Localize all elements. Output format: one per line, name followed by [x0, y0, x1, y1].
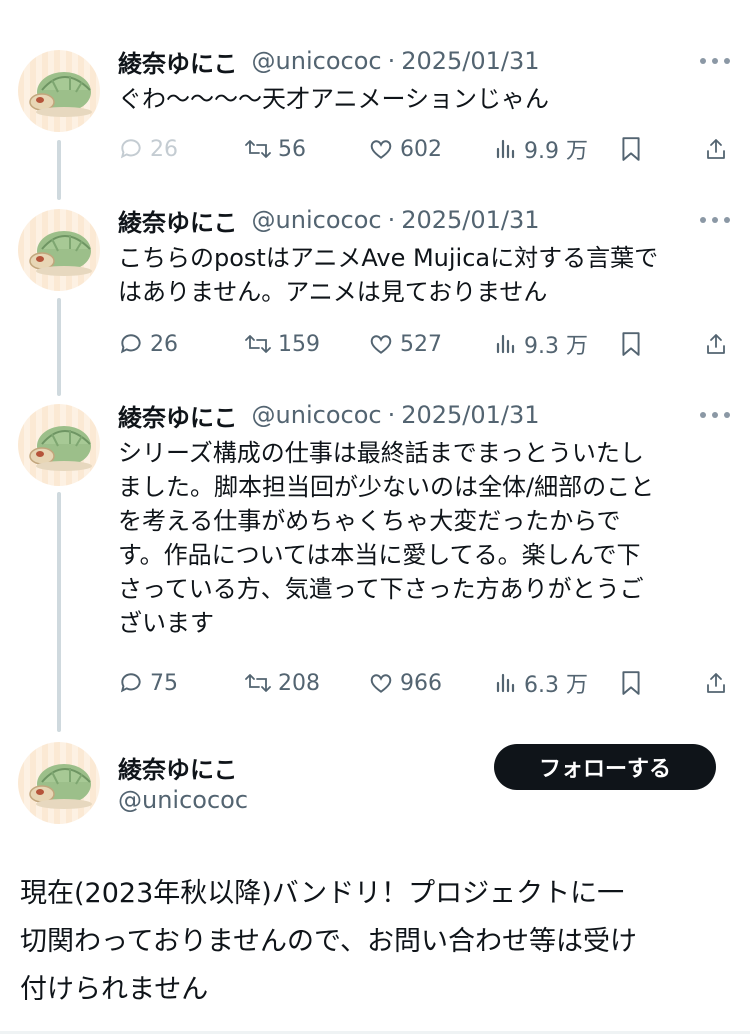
- views-icon: [496, 334, 515, 354]
- repost-icon: [245, 335, 271, 353]
- tweet-text: ぐわ〜〜〜〜天才アニメーションじゃん: [118, 82, 718, 116]
- repost-icon: [245, 140, 271, 158]
- separator: ·: [387, 401, 396, 429]
- bio-line: 切関わっておりませんので、お問い合わせ等は受け: [20, 926, 637, 957]
- bio-line: 付けられません: [20, 974, 209, 1005]
- bio-line: 現在(2023年秋以降)バンドリ！プロジェクトに一: [20, 878, 625, 909]
- tweet[interactable]: 綾奈ゆにこ @unicococ · 2025/01/31 ぐわ〜〜〜〜天才アニメ…: [0, 44, 750, 184]
- views-count: 9.3 万: [524, 334, 588, 359]
- bookmark-icon: [622, 671, 640, 695]
- tweet[interactable]: 綾奈ゆにこ @unicococ · 2025/01/31 シリーズ構成の仕事は最…: [0, 398, 750, 718]
- avatar[interactable]: [18, 209, 100, 291]
- profile-handle[interactable]: @unicococ: [118, 786, 248, 814]
- views-count: 6.3 万: [524, 673, 588, 698]
- tweet-header: 綾奈ゆにこ @unicococ · 2025/01/31: [118, 44, 540, 78]
- author-name[interactable]: 綾奈ゆにこ: [118, 44, 238, 79]
- reply-icon: [120, 673, 141, 693]
- repost-button[interactable]: 208: [244, 668, 320, 698]
- like-count: 966: [400, 670, 442, 696]
- tweet[interactable]: 綾奈ゆにこ @unicococ · 2025/01/31 こちらのpostはアニ…: [0, 203, 750, 393]
- repost-count: 159: [278, 331, 320, 357]
- share-icon: [707, 673, 725, 693]
- turtle-avatar-icon: [29, 231, 92, 276]
- tweet-text-line: ました。脚本担当回が少ないのは全体/細部のこと: [118, 473, 655, 501]
- tweet-text-line: さっている方、気遣って下さった方ありがとうご: [118, 575, 644, 603]
- tweet-text-line: ざいます: [118, 609, 214, 637]
- turtle-avatar-icon: [29, 764, 92, 809]
- tweet-text-line: す。作品については本当に愛してる。楽しんで下: [118, 541, 641, 569]
- separator: ·: [387, 47, 396, 75]
- avatar[interactable]: [18, 50, 100, 132]
- like-button[interactable]: 527: [368, 329, 442, 359]
- bookmark-icon: [622, 332, 640, 356]
- like-button[interactable]: 966: [368, 668, 442, 698]
- follow-button[interactable]: フォローする: [494, 744, 716, 790]
- tweet-date[interactable]: 2025/01/31: [401, 206, 539, 234]
- turtle-avatar-icon: [29, 426, 92, 471]
- bookmark-icon: [622, 137, 640, 161]
- author-handle[interactable]: @unicococ: [252, 47, 382, 75]
- more-icon[interactable]: [700, 56, 730, 66]
- heart-icon: [370, 674, 392, 693]
- bookmark-button[interactable]: [620, 668, 648, 698]
- reply-icon: [120, 334, 141, 354]
- author-name[interactable]: 綾奈ゆにこ: [118, 398, 238, 433]
- share-button[interactable]: [704, 134, 734, 164]
- reply-count: 26: [150, 331, 178, 357]
- views-button[interactable]: 9.3 万: [494, 329, 588, 359]
- author-name[interactable]: 綾奈ゆにこ: [118, 203, 238, 238]
- tweet-header: 綾奈ゆにこ @unicococ · 2025/01/31: [118, 398, 540, 432]
- tweet-text-line: はありません。アニメは見ておりません: [118, 278, 548, 306]
- views-button[interactable]: 9.9 万: [494, 134, 588, 164]
- profile-avatar[interactable]: [18, 742, 100, 824]
- bookmark-button[interactable]: [620, 134, 648, 164]
- author-handle[interactable]: @unicococ: [252, 206, 382, 234]
- bookmark-button[interactable]: [620, 329, 648, 359]
- repost-button[interactable]: 159: [244, 329, 320, 359]
- share-icon: [707, 334, 725, 354]
- tweet-text-line: こちらのpostはアニメAve Mujicaに対する言葉で: [118, 244, 659, 272]
- repost-icon: [245, 674, 271, 692]
- tweet-actions: 26 56 602 9.9 万: [118, 134, 728, 164]
- reply-button[interactable]: 26: [118, 134, 178, 164]
- more-icon[interactable]: [700, 410, 730, 420]
- repost-button[interactable]: 56: [244, 134, 306, 164]
- share-button[interactable]: [704, 668, 734, 698]
- profile-name[interactable]: 綾奈ゆにこ: [118, 750, 238, 785]
- author-handle[interactable]: @unicococ: [252, 401, 382, 429]
- repost-count: 208: [278, 670, 320, 696]
- tweet-text-line: を考える仕事がめちゃくちゃ大変だったからで: [118, 507, 621, 535]
- tweet-date[interactable]: 2025/01/31: [401, 401, 539, 429]
- reply-count: 75: [150, 670, 178, 696]
- reply-button[interactable]: 75: [118, 668, 178, 698]
- tweet-text-line: ぐわ〜〜〜〜天才アニメーションじゃん: [118, 85, 550, 113]
- heart-icon: [370, 140, 392, 159]
- avatar[interactable]: [18, 404, 100, 486]
- share-button[interactable]: [704, 329, 734, 359]
- tweet-header: 綾奈ゆにこ @unicococ · 2025/01/31: [118, 203, 540, 237]
- heart-icon: [370, 335, 392, 354]
- tweet-text: シリーズ構成の仕事は最終話までまっとういたし ました。脚本担当回が少ないのは全体…: [118, 436, 718, 640]
- turtle-avatar-icon: [29, 72, 92, 117]
- tweet-text-line: シリーズ構成の仕事は最終話までまっとういたし: [118, 439, 644, 467]
- like-count: 527: [400, 331, 442, 357]
- share-icon: [707, 139, 725, 159]
- views-button[interactable]: 6.3 万: [494, 668, 588, 698]
- views-icon: [496, 139, 515, 159]
- profile-bio: 現在(2023年秋以降)バンドリ！プロジェクトに一 切関わっておりませんので、お…: [20, 870, 720, 1014]
- like-count: 602: [400, 136, 442, 162]
- repost-count: 56: [278, 136, 306, 162]
- tweet-text: こちらのpostはアニメAve Mujicaに対する言葉で はありません。アニメ…: [118, 241, 718, 309]
- like-button[interactable]: 602: [368, 134, 442, 164]
- separator: ·: [387, 206, 396, 234]
- tweet-actions: 75 208 966 6.3 万: [118, 668, 728, 698]
- reply-button[interactable]: 26: [118, 329, 178, 359]
- reply-count: 26: [150, 136, 178, 162]
- tweet-actions: 26 159 527 9.3 万: [118, 329, 728, 359]
- reply-icon: [120, 139, 141, 159]
- tweet-date[interactable]: 2025/01/31: [401, 47, 539, 75]
- views-icon: [496, 673, 515, 693]
- more-icon[interactable]: [700, 215, 730, 225]
- views-count: 9.9 万: [524, 139, 588, 164]
